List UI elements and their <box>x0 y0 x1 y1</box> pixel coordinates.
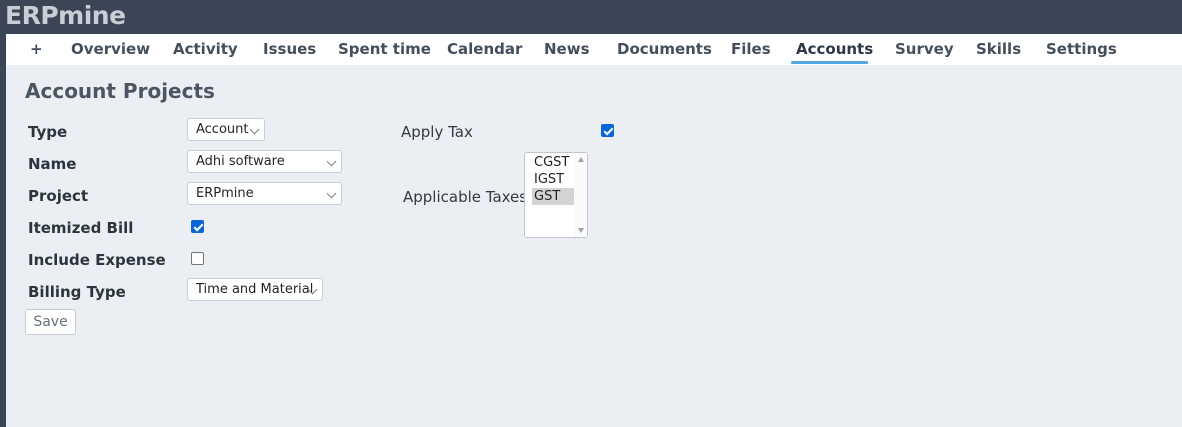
name-select[interactable]: Adhi software <box>187 150 342 173</box>
main-content: Account Projects Type Account Name Adhi … <box>6 65 1182 427</box>
billing-type-select-value: Time and Material <box>196 282 314 297</box>
project-label: Project <box>28 187 89 205</box>
itemized-bill-label: Itemized Bill <box>28 219 134 237</box>
save-button[interactable]: Save <box>25 309 76 335</box>
name-label: Name <box>28 155 77 173</box>
tab-activity[interactable]: Activity <box>173 40 238 58</box>
top-header: ERPmine <box>0 0 1182 34</box>
tab-overview[interactable]: Overview <box>71 40 150 58</box>
main-menu: + Overview Activity Issues Spent time Ca… <box>6 34 1182 66</box>
include-expense-checkbox[interactable] <box>191 252 204 265</box>
type-select[interactable]: Account <box>187 118 265 141</box>
type-select-value: Account <box>196 122 249 137</box>
tab-new[interactable]: + <box>30 40 43 58</box>
name-select-value: Adhi software <box>196 154 285 169</box>
app-title[interactable]: ERPmine <box>5 1 126 30</box>
billing-type-select[interactable]: Time and Material <box>187 278 323 301</box>
type-label: Type <box>28 123 68 141</box>
tab-spent-time[interactable]: Spent time <box>338 40 431 58</box>
itemized-bill-checkbox[interactable] <box>191 220 204 233</box>
tab-skills[interactable]: Skills <box>976 40 1021 58</box>
apply-tax-checkbox[interactable] <box>601 124 614 137</box>
tab-documents[interactable]: Documents <box>617 40 712 58</box>
project-select-value: ERPmine <box>196 186 254 201</box>
chevron-down-icon <box>326 156 337 167</box>
tab-calendar[interactable]: Calendar <box>447 40 522 58</box>
tab-issues[interactable]: Issues <box>263 40 316 58</box>
tab-accounts[interactable]: Accounts <box>796 40 873 58</box>
listbox-scrollbar[interactable] <box>574 153 587 237</box>
scroll-up-arrow-icon[interactable] <box>578 157 584 162</box>
applicable-taxes-label: Applicable Taxes <box>403 188 528 206</box>
project-select[interactable]: ERPmine <box>187 182 342 205</box>
tab-settings[interactable]: Settings <box>1046 40 1117 58</box>
apply-tax-label: Apply Tax <box>401 123 473 141</box>
billing-type-label: Billing Type <box>28 283 126 301</box>
page-title: Account Projects <box>25 79 215 103</box>
include-expense-label: Include Expense <box>28 251 166 269</box>
tax-option-cgst[interactable]: CGST <box>532 154 574 171</box>
applicable-taxes-listbox[interactable]: CGST IGST GST <box>524 152 588 238</box>
chevron-down-icon <box>326 188 337 199</box>
chevron-down-icon <box>249 124 260 135</box>
tab-survey[interactable]: Survey <box>895 40 954 58</box>
tab-files[interactable]: Files <box>731 40 771 58</box>
selected-tab-indicator <box>791 61 868 64</box>
tax-option-gst[interactable]: GST <box>532 188 574 205</box>
tab-news[interactable]: News <box>544 40 590 58</box>
tax-option-igst[interactable]: IGST <box>532 171 574 188</box>
scroll-down-arrow-icon[interactable] <box>578 228 584 233</box>
